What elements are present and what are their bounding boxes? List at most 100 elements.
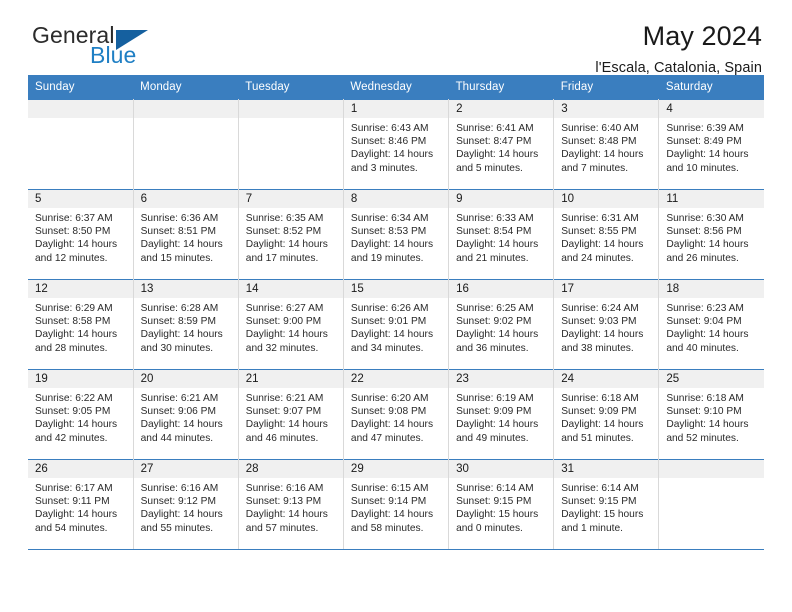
day-number: 18 xyxy=(659,280,764,298)
calendar-day-cell[interactable]: 19 Sunrise: 6:22 AM Sunset: 9:05 PM Dayligh… xyxy=(28,369,134,460)
calendar-day-cell-empty xyxy=(238,99,344,190)
sunrise-text: Sunrise: 6:26 AM xyxy=(350,303,429,314)
calendar-day-cell[interactable]: 21 Sunrise: 6:21 AM Sunset: 9:07 PM Dayligh… xyxy=(238,369,344,460)
day-number: 5 xyxy=(28,190,133,208)
sunset-text: Sunset: 9:15 PM xyxy=(561,496,637,508)
daylight-text: Daylight: 14 hours and 36 minutes. xyxy=(456,329,539,354)
day-details: Sunrise: 6:14 AM Sunset: 9:15 PM Daylight:… xyxy=(449,478,553,535)
calendar-week-row: 12 Sunrise: 6:29 AM Sunset: 8:58 PM Dayligh… xyxy=(28,279,764,370)
calendar-day-cell[interactable]: 27 Sunrise: 6:16 AM Sunset: 9:12 PM Dayligh… xyxy=(133,459,239,550)
weekday-header-friday: Friday xyxy=(553,75,659,100)
calendar-day-cell[interactable]: 18 Sunrise: 6:23 AM Sunset: 9:04 PM Dayligh… xyxy=(658,279,764,370)
day-number: 8 xyxy=(343,190,449,208)
day-number: 13 xyxy=(133,280,238,298)
sunrise-text: Sunrise: 6:21 AM xyxy=(245,393,324,404)
calendar-day-cell[interactable]: 8 Sunrise: 6:34 AM Sunset: 8:53 PM Daylight… xyxy=(343,189,450,280)
sunrise-text: Sunrise: 6:25 AM xyxy=(456,303,534,314)
sunrise-text: Sunrise: 6:41 AM xyxy=(456,123,534,134)
day-number xyxy=(659,460,764,478)
calendar-day-cell[interactable]: 13 Sunrise: 6:28 AM Sunset: 8:59 PM Dayligh… xyxy=(133,279,239,370)
page-header: General Blue May 2024 l'Escala, Cataloni… xyxy=(28,0,764,77)
sunset-text: Sunset: 9:01 PM xyxy=(350,316,427,328)
calendar-week-row: 26 Sunrise: 6:17 AM Sunset: 9:11 PM Dayligh… xyxy=(28,459,764,550)
day-details: Sunrise: 6:41 AM Sunset: 8:47 PM Daylight:… xyxy=(449,118,553,175)
calendar-day-cell[interactable]: 11 Sunrise: 6:30 AM Sunset: 8:56 PM Dayligh… xyxy=(658,189,764,280)
day-details: Sunrise: 6:34 AM Sunset: 8:53 PM Daylight:… xyxy=(344,208,448,265)
daylight-text: Daylight: 14 hours and 15 minutes. xyxy=(140,239,223,264)
daylight-text: Daylight: 14 hours and 52 minutes. xyxy=(666,419,749,444)
sunrise-text: Sunrise: 6:33 AM xyxy=(456,213,534,224)
day-number: 19 xyxy=(28,370,133,388)
calendar-day-cell[interactable]: 2 Sunrise: 6:41 AM Sunset: 8:47 PM Daylight… xyxy=(448,99,555,190)
calendar-day-cell[interactable]: 1 Sunrise: 6:43 AM Sunset: 8:46 PM Daylight… xyxy=(343,99,450,190)
sunrise-text: Sunrise: 6:40 AM xyxy=(561,123,639,134)
sunset-text: Sunset: 9:03 PM xyxy=(561,316,637,328)
sunrise-text: Sunrise: 6:23 AM xyxy=(666,303,744,314)
daylight-text: Daylight: 14 hours and 54 minutes. xyxy=(35,509,118,534)
calendar-day-cell[interactable]: 20 Sunrise: 6:21 AM Sunset: 9:06 PM Dayligh… xyxy=(133,369,239,460)
daylight-text: Daylight: 14 hours and 58 minutes. xyxy=(350,509,434,534)
calendar-day-cell[interactable]: 16 Sunrise: 6:25 AM Sunset: 9:02 PM Dayligh… xyxy=(448,279,555,370)
calendar-day-cell[interactable]: 15 Sunrise: 6:26 AM Sunset: 9:01 PM Dayligh… xyxy=(343,279,450,370)
weekday-header-tuesday: Tuesday xyxy=(238,75,344,100)
sunrise-text: Sunrise: 6:22 AM xyxy=(35,393,113,404)
sunset-text: Sunset: 9:02 PM xyxy=(456,316,532,328)
weekday-header-wednesday: Wednesday xyxy=(343,75,449,100)
calendar-day-cell[interactable]: 31 Sunrise: 6:14 AM Sunset: 9:15 PM Dayligh… xyxy=(553,459,660,550)
calendar-day-cell[interactable]: 28 Sunrise: 6:16 AM Sunset: 9:13 PM Dayligh… xyxy=(238,459,344,550)
calendar-day-cell[interactable]: 25 Sunrise: 6:18 AM Sunset: 9:10 PM Dayligh… xyxy=(658,369,764,460)
day-number: 29 xyxy=(343,460,449,478)
sunrise-text: Sunrise: 6:31 AM xyxy=(561,213,639,224)
sunset-text: Sunset: 8:50 PM xyxy=(35,226,111,238)
sunset-text: Sunset: 8:52 PM xyxy=(245,226,322,238)
page-title: May 2024 xyxy=(642,21,762,51)
calendar-day-cell[interactable]: 30 Sunrise: 6:14 AM Sunset: 9:15 PM Dayligh… xyxy=(448,459,555,550)
sunrise-text: Sunrise: 6:16 AM xyxy=(140,483,219,494)
daylight-text: Daylight: 14 hours and 32 minutes. xyxy=(245,329,328,354)
calendar-day-cell[interactable]: 6 Sunrise: 6:36 AM Sunset: 8:51 PM Daylight… xyxy=(133,189,239,280)
calendar-day-cell[interactable]: 7 Sunrise: 6:35 AM Sunset: 8:52 PM Daylight… xyxy=(238,189,344,280)
day-number: 12 xyxy=(28,280,133,298)
daylight-text: Daylight: 14 hours and 44 minutes. xyxy=(140,419,223,444)
daylight-text: Daylight: 14 hours and 40 minutes. xyxy=(666,329,749,354)
calendar-day-cell[interactable]: 14 Sunrise: 6:27 AM Sunset: 9:00 PM Dayligh… xyxy=(238,279,344,370)
calendar-day-cell[interactable]: 9 Sunrise: 6:33 AM Sunset: 8:54 PM Daylight… xyxy=(448,189,555,280)
calendar-day-cell[interactable]: 5 Sunrise: 6:37 AM Sunset: 8:50 PM Daylight… xyxy=(28,189,134,280)
day-details: Sunrise: 6:28 AM Sunset: 8:59 PM Daylight:… xyxy=(134,298,238,355)
calendar-day-cell[interactable]: 3 Sunrise: 6:40 AM Sunset: 8:48 PM Daylight… xyxy=(553,99,660,190)
calendar-day-cell-empty xyxy=(658,459,764,550)
day-details: Sunrise: 6:40 AM Sunset: 8:48 PM Daylight:… xyxy=(554,118,658,175)
daylight-text: Daylight: 14 hours and 34 minutes. xyxy=(350,329,434,354)
sunrise-text: Sunrise: 6:18 AM xyxy=(561,393,639,404)
day-number: 16 xyxy=(449,280,554,298)
day-details: Sunrise: 6:25 AM Sunset: 9:02 PM Daylight:… xyxy=(449,298,553,355)
sunrise-text: Sunrise: 6:14 AM xyxy=(456,483,534,494)
calendar-day-cell[interactable]: 12 Sunrise: 6:29 AM Sunset: 8:58 PM Dayligh… xyxy=(28,279,134,370)
calendar-day-cell[interactable]: 22 Sunrise: 6:20 AM Sunset: 9:08 PM Dayligh… xyxy=(343,369,450,460)
daylight-text: Daylight: 14 hours and 3 minutes. xyxy=(350,149,434,174)
calendar-day-cell[interactable]: 10 Sunrise: 6:31 AM Sunset: 8:55 PM Dayligh… xyxy=(553,189,660,280)
sunset-text: Sunset: 8:47 PM xyxy=(456,136,532,148)
calendar-day-cell[interactable]: 29 Sunrise: 6:15 AM Sunset: 9:14 PM Dayligh… xyxy=(343,459,450,550)
sunrise-text: Sunrise: 6:15 AM xyxy=(350,483,429,494)
sunset-text: Sunset: 9:13 PM xyxy=(245,496,322,508)
day-details: Sunrise: 6:39 AM Sunset: 8:49 PM Daylight:… xyxy=(659,118,764,175)
calendar-day-cell[interactable]: 26 Sunrise: 6:17 AM Sunset: 9:11 PM Dayligh… xyxy=(28,459,134,550)
calendar-day-cell[interactable]: 4 Sunrise: 6:39 AM Sunset: 8:49 PM Daylight… xyxy=(658,99,764,190)
sunset-text: Sunset: 9:07 PM xyxy=(245,406,322,418)
daylight-text: Daylight: 14 hours and 19 minutes. xyxy=(350,239,434,264)
calendar-day-cell[interactable]: 23 Sunrise: 6:19 AM Sunset: 9:09 PM Dayligh… xyxy=(448,369,555,460)
daylight-text: Daylight: 14 hours and 57 minutes. xyxy=(245,509,328,534)
sunset-text: Sunset: 9:09 PM xyxy=(561,406,637,418)
day-number: 17 xyxy=(554,280,659,298)
daylight-text: Daylight: 14 hours and 42 minutes. xyxy=(35,419,118,444)
sunset-text: Sunset: 9:08 PM xyxy=(350,406,427,418)
day-details: Sunrise: 6:23 AM Sunset: 9:04 PM Daylight:… xyxy=(659,298,764,355)
calendar-day-cell[interactable]: 17 Sunrise: 6:24 AM Sunset: 9:03 PM Dayligh… xyxy=(553,279,660,370)
daylight-text: Daylight: 14 hours and 26 minutes. xyxy=(666,239,749,264)
sunset-text: Sunset: 8:58 PM xyxy=(35,316,111,328)
day-number: 15 xyxy=(343,280,449,298)
daylight-text: Daylight: 14 hours and 21 minutes. xyxy=(456,239,539,264)
calendar-day-cell[interactable]: 24 Sunrise: 6:18 AM Sunset: 9:09 PM Dayligh… xyxy=(553,369,660,460)
day-details: Sunrise: 6:22 AM Sunset: 9:05 PM Daylight:… xyxy=(28,388,133,445)
